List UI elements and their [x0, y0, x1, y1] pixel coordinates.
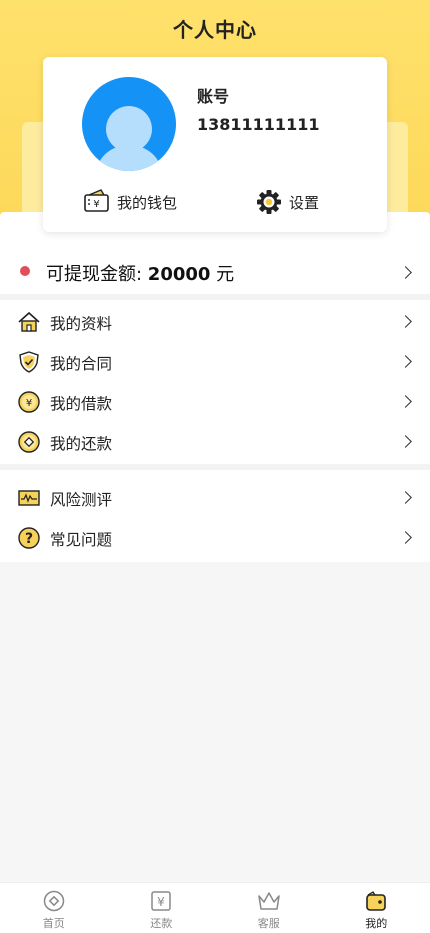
question-icon: ?	[18, 527, 40, 549]
chevron-right-icon	[399, 315, 412, 328]
withdrawable-balance-row[interactable]: 可提现金额: 20000 元	[0, 250, 430, 294]
tab-label: 我的	[365, 915, 387, 931]
tab-label: 客服	[258, 915, 280, 931]
menu-item-label: 我的借款	[50, 392, 112, 414]
svg-text:¥: ¥	[157, 895, 165, 909]
chevron-right-icon	[399, 435, 412, 448]
tab-label: 还款	[150, 915, 172, 931]
shield-check-icon	[18, 351, 40, 373]
account-phone: 13811111111	[197, 115, 319, 134]
menu-item-label: 我的合同	[50, 352, 112, 374]
svg-text:¥: ¥	[93, 199, 99, 210]
wallet-button[interactable]: ¥ 我的钱包	[83, 187, 177, 217]
avatar[interactable]	[82, 77, 176, 171]
coin-icon	[18, 431, 40, 453]
wallet-icon: ¥	[83, 188, 111, 216]
crown-icon	[257, 889, 281, 913]
tab-repay[interactable]: ¥ 还款	[108, 883, 216, 933]
menu-item-label: 我的还款	[50, 432, 112, 454]
svg-text:?: ?	[25, 531, 33, 547]
menu-item-my-repayment[interactable]: 我的还款	[0, 422, 430, 462]
chevron-right-icon	[399, 395, 412, 408]
chevron-right-icon	[399, 531, 412, 544]
menu-item-faq[interactable]: ? 常见问题	[0, 518, 430, 558]
menu-item-my-profile[interactable]: 我的资料	[0, 302, 430, 342]
tab-home[interactable]: 首页	[0, 883, 108, 933]
settings-button[interactable]: 设置	[255, 187, 319, 217]
page-title: 个人中心	[0, 14, 430, 43]
divider	[0, 294, 430, 300]
wallet-label: 我的钱包	[117, 192, 177, 213]
home-icon	[18, 311, 40, 333]
chart-card-icon	[18, 487, 40, 509]
menu-item-label: 我的资料	[50, 312, 112, 334]
chevron-right-icon	[399, 491, 412, 504]
account-label: 账号	[197, 83, 229, 107]
bottom-tab-bar: 首页 ¥ 还款 客服 我的	[0, 882, 430, 933]
tab-mine[interactable]: 我的	[323, 883, 430, 933]
chevron-right-icon	[399, 355, 412, 368]
yen-box-icon: ¥	[149, 889, 173, 913]
settings-label: 设置	[289, 192, 319, 213]
profile-card: 账号 13811111111 ¥ 我的钱包	[43, 57, 387, 232]
svg-text:¥: ¥	[26, 398, 32, 409]
status-dot	[20, 266, 30, 276]
home-circle-icon	[42, 889, 66, 913]
menu-item-my-loan[interactable]: ¥ 我的借款	[0, 382, 430, 422]
divider	[0, 464, 430, 470]
user-wallet-icon	[364, 889, 388, 913]
menu-item-risk-assessment[interactable]: 风险测评	[0, 478, 430, 518]
chevron-right-icon	[399, 266, 412, 279]
tab-label: 首页	[43, 915, 65, 931]
yen-coin-icon: ¥	[18, 391, 40, 413]
menu-item-label: 常见问题	[50, 528, 112, 550]
balance-text: 可提现金额: 20000 元	[46, 260, 234, 286]
menu-item-my-contract[interactable]: 我的合同	[0, 342, 430, 382]
balance-amount: 20000	[148, 264, 211, 285]
gear-icon	[255, 188, 283, 216]
tab-customer-service[interactable]: 客服	[215, 883, 323, 933]
menu-item-label: 风险测评	[50, 488, 112, 510]
